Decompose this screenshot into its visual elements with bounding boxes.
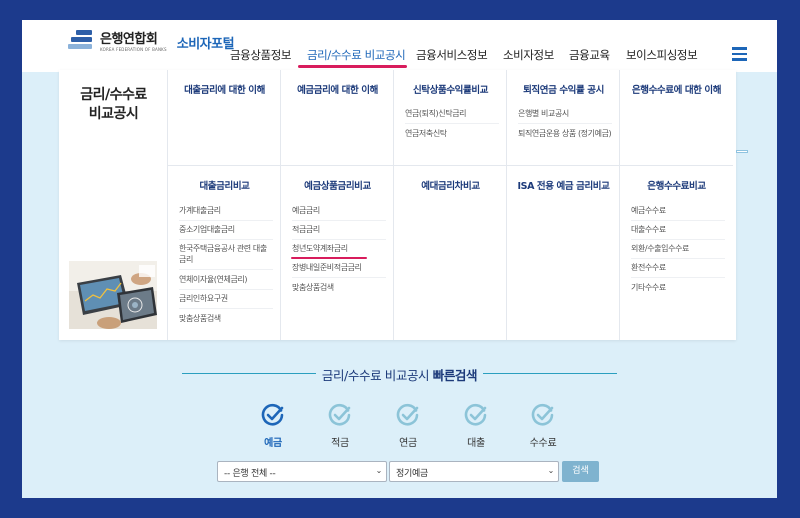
menu-link[interactable]: 맞춤상품검색 <box>292 282 386 293</box>
product-select[interactable]: 정기예금 ⌄ <box>389 461 559 482</box>
slider-indicator[interactable] <box>736 150 748 153</box>
menu-icon[interactable] <box>732 47 747 61</box>
menu-link-highlighted[interactable]: 청년도약계좌금리 <box>292 243 386 254</box>
menu-link[interactable]: 연체이자율(연체금리) <box>179 274 273 290</box>
check-circle-icon[interactable] <box>464 403 488 427</box>
nav-financial-education[interactable]: 금융교육 <box>569 47 610 63</box>
nav-consumer-info[interactable]: 소비자정보 <box>503 47 554 63</box>
menu-link[interactable]: 적금금리 <box>292 224 386 240</box>
menu-col-isa-deposit[interactable]: ISA 전용 예금 금리비교 <box>507 166 620 340</box>
mega-menu-title: 금리/수수료 비교공시 <box>80 87 147 122</box>
search-button[interactable]: 검색 <box>562 461 599 482</box>
menu-link[interactable]: 은행별 비교공시 <box>518 108 612 124</box>
logo-icon <box>68 30 94 54</box>
menu-link[interactable]: 연금(퇴직)신탁금리 <box>405 108 499 124</box>
nav-voice-phishing[interactable]: 보이스피싱정보 <box>626 47 698 63</box>
menu-link[interactable]: 예금금리 <box>292 205 386 221</box>
menu-col-loan-deposit-spread[interactable]: 예대금리차비교 <box>394 166 507 340</box>
menu-link[interactable]: 장병내일준비적금금리 <box>292 262 386 278</box>
menu-link[interactable]: 환전수수료 <box>631 262 725 278</box>
menu-link[interactable]: 외환/수출입수수료 <box>631 243 725 259</box>
check-circle-icon[interactable] <box>396 403 420 427</box>
check-circle-icon[interactable] <box>328 403 352 427</box>
active-nav-underline <box>298 65 407 68</box>
logo-subtitle: KOREA FEDERATION OF BANKS <box>100 46 167 52</box>
mega-menu: 금리/수수료 비교공시 대출금리에 대한 이해 예금금리에 대한 이해 신탁상품… <box>59 70 736 340</box>
check-circle-icon[interactable] <box>531 403 555 427</box>
menu-col-pension-yield: 퇴직연금 수익률 공시 은행별 비교공시 퇴직연금운용 상품 (정기예금) <box>507 70 620 166</box>
menu-col-fee-compare: 은행수수료비교 예금수수료 대출수수료 외환/수출입수수료 환전수수료 기타수수… <box>620 166 733 340</box>
menu-link[interactable]: 중소기업대출금리 <box>179 224 273 240</box>
menu-link[interactable]: 금리인하요구권 <box>179 293 273 309</box>
menu-col-loan-rate-understanding[interactable]: 대출금리에 대한 이해 <box>168 70 281 166</box>
menu-col-trust-yield: 신탁상품수익률비교 연금(퇴직)신탁금리 연금저축신탁 <box>394 70 507 166</box>
top-header: 은행연합회 KOREA FEDERATION OF BANKS 소비자포털 금융… <box>22 20 777 72</box>
chevron-down-icon: ⌄ <box>547 466 555 475</box>
menu-link[interactable]: 기타수수료 <box>631 282 725 293</box>
chevron-down-icon: ⌄ <box>375 466 383 475</box>
bank-select[interactable]: -- 은행 전체 -- ⌄ <box>217 461 387 482</box>
menu-link[interactable]: 맞춤상품검색 <box>179 313 273 324</box>
menu-col-deposit-rate-compare: 예금상품금리비교 예금금리 적금금리 청년도약계좌금리 장병내일준비적금금리 맞… <box>281 166 394 340</box>
highlight-underline <box>291 257 367 259</box>
tab-deposit[interactable]: 예금 <box>243 434 303 449</box>
nav-financial-services[interactable]: 금융서비스정보 <box>416 47 488 63</box>
check-circle-icon[interactable] <box>261 403 285 427</box>
logo-name: 은행연합회 <box>100 31 158 47</box>
menu-link[interactable]: 대출수수료 <box>631 224 725 240</box>
menu-col-loan-rate-compare: 대출금리비교 가계대출금리 중소기업대출금리 한국주택금융공사 관련 대출금리 … <box>168 166 281 340</box>
menu-link[interactable]: 한국주택금융공사 관련 대출금리 <box>179 243 273 270</box>
tab-pension[interactable]: 연금 <box>378 434 438 449</box>
nav-rate-fee-comparison[interactable]: 금리/수수료 비교공시 <box>307 47 406 63</box>
tab-loan[interactable]: 대출 <box>446 434 506 449</box>
nav-financial-products[interactable]: 금융상품정보 <box>230 47 291 63</box>
menu-link[interactable]: 예금수수료 <box>631 205 725 221</box>
tab-fee[interactable]: 수수료 <box>513 434 573 449</box>
tab-savings[interactable]: 적금 <box>310 434 370 449</box>
mega-menu-sidebar: 금리/수수료 비교공시 <box>59 70 168 340</box>
page-frame: 은행연합회 KOREA FEDERATION OF BANKS 소비자포털 금융… <box>22 20 777 498</box>
logo[interactable]: 은행연합회 KOREA FEDERATION OF BANKS 소비자포털 <box>68 30 235 54</box>
menu-col-deposit-rate-understanding[interactable]: 예금금리에 대한 이해 <box>281 70 394 166</box>
menu-link[interactable]: 퇴직연금운용 상품 (정기예금) <box>518 128 612 139</box>
portal-name: 소비자포털 <box>176 36 235 52</box>
menu-link[interactable]: 가계대출금리 <box>179 205 273 221</box>
menu-link[interactable]: 연금저축신탁 <box>405 128 499 139</box>
menu-col-fee-understanding[interactable]: 은행수수료에 대한 이해 <box>620 70 733 166</box>
finance-photo <box>69 261 157 329</box>
quick-search-title: 금리/수수료 비교공시 빠른검색 <box>22 365 777 384</box>
